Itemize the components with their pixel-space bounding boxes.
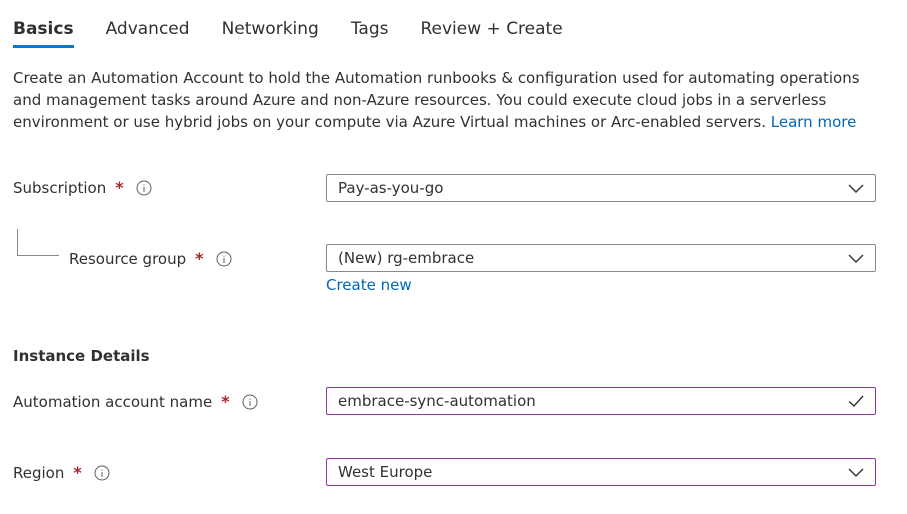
- instance-details-heading: Instance Details: [13, 347, 150, 365]
- account-name-label: Automation account name: [13, 392, 213, 411]
- region-label-row: Region *: [13, 463, 110, 482]
- resource-group-dropdown[interactable]: (New) rg-embrace: [326, 244, 876, 272]
- info-icon[interactable]: [242, 394, 258, 410]
- tab-bar: Basics Advanced Networking Tags Review +…: [13, 0, 595, 50]
- checkmark-icon: [848, 395, 864, 407]
- region-value: West Europe: [338, 463, 433, 481]
- description-body: Create an Automation Account to hold the…: [13, 69, 860, 131]
- tab-advanced[interactable]: Advanced: [106, 0, 190, 39]
- learn-more-link[interactable]: Learn more: [771, 113, 857, 131]
- resource-group-label: Resource group: [69, 249, 187, 268]
- account-name-input[interactable]: embrace-sync-automation: [326, 387, 876, 415]
- tree-connector: [17, 229, 59, 256]
- subscription-value: Pay-as-you-go: [338, 179, 444, 197]
- tab-basics[interactable]: Basics: [13, 0, 74, 48]
- chevron-down-icon: [848, 184, 864, 193]
- tab-networking[interactable]: Networking: [222, 0, 319, 39]
- account-name-value: embrace-sync-automation: [338, 392, 536, 410]
- subscription-dropdown[interactable]: Pay-as-you-go: [326, 174, 876, 202]
- region-label: Region: [13, 463, 65, 482]
- info-icon[interactable]: [136, 180, 152, 196]
- info-icon[interactable]: [216, 251, 232, 267]
- tab-tags[interactable]: Tags: [351, 0, 389, 39]
- required-marker: *: [221, 392, 230, 411]
- description-text: Create an Automation Account to hold the…: [13, 67, 883, 133]
- create-new-link[interactable]: Create new: [326, 276, 412, 294]
- subscription-label: Subscription: [13, 178, 107, 197]
- resource-group-label-row: Resource group *: [69, 249, 232, 268]
- info-icon[interactable]: [94, 465, 110, 481]
- chevron-down-icon: [848, 468, 864, 477]
- required-marker: *: [73, 463, 82, 482]
- resource-group-value: (New) rg-embrace: [338, 249, 475, 267]
- required-marker: *: [195, 249, 204, 268]
- subscription-label-row: Subscription *: [13, 178, 152, 197]
- account-name-label-row: Automation account name *: [13, 392, 258, 411]
- chevron-down-icon: [848, 254, 864, 263]
- required-marker: *: [115, 178, 124, 197]
- tab-review-create[interactable]: Review + Create: [420, 0, 562, 39]
- region-dropdown[interactable]: West Europe: [326, 458, 876, 486]
